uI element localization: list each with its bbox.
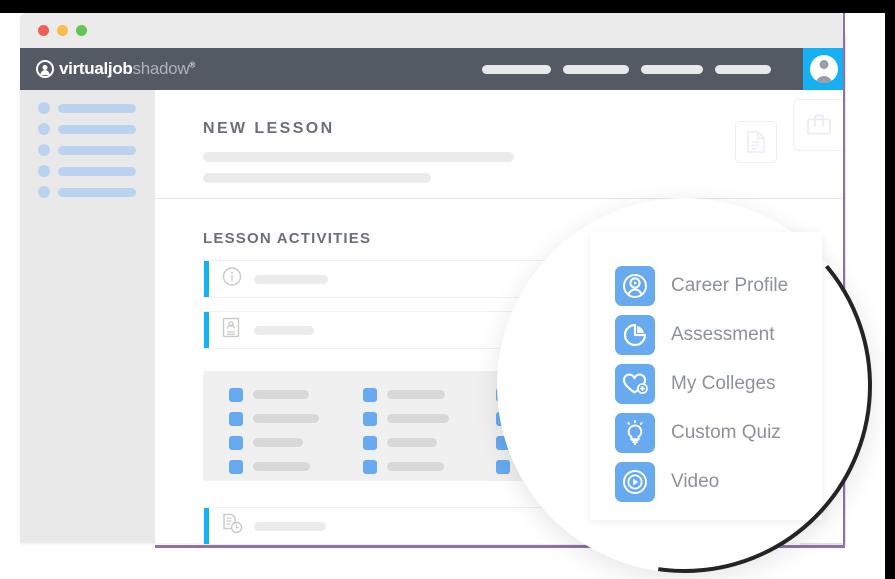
- page-title: NEW LESSON: [203, 120, 335, 137]
- grid-item-label: [387, 390, 445, 399]
- sidebar-item-3[interactable]: [38, 144, 136, 156]
- activity-accent-bar: [204, 508, 209, 544]
- nav-placeholder-4[interactable]: [715, 64, 771, 74]
- sidebar-item-4[interactable]: [38, 165, 136, 177]
- checkbox[interactable]: [229, 411, 243, 426]
- sidebar-item-label: [58, 166, 136, 176]
- browser-titlebar: [20, 13, 845, 48]
- logo-text: virtualjobshadow®: [59, 59, 195, 79]
- document-action[interactable]: [735, 121, 777, 163]
- nav-placeholder-3[interactable]: [641, 64, 703, 74]
- grid-column: [229, 387, 319, 483]
- user-avatar-icon: [810, 55, 838, 83]
- page-canvas: virtualjobshadow® NEW LESSON LESSON ACTI…: [0, 0, 895, 579]
- checkbox[interactable]: [229, 387, 243, 402]
- lightbulb-icon: [615, 412, 655, 453]
- checkbox[interactable]: [363, 411, 377, 426]
- window-controls: [38, 25, 87, 36]
- menu-item-custom-quiz[interactable]: Custom Quiz: [615, 408, 830, 457]
- grid-item[interactable]: [363, 387, 449, 402]
- pie-chart-icon: [615, 314, 655, 355]
- activity-accent-bar: [204, 312, 209, 348]
- grid-item-label: [253, 390, 309, 399]
- grid-item-label: [253, 438, 303, 447]
- lesson-description-line-1: [203, 152, 514, 162]
- checkbox[interactable]: [229, 435, 243, 450]
- nav-items: [482, 48, 771, 90]
- sidebar-item-label: [58, 145, 136, 155]
- briefcase-icon: [807, 114, 831, 135]
- menu-item-career-profile[interactable]: Career Profile: [615, 261, 830, 310]
- grid-item[interactable]: [229, 459, 319, 474]
- lesson-header: NEW LESSON: [155, 90, 845, 199]
- menu-item-assessment[interactable]: Assessment: [615, 310, 830, 359]
- brand-logo[interactable]: virtualjobshadow®: [36, 48, 195, 90]
- sidebar-item-1[interactable]: [38, 102, 136, 114]
- grid-item[interactable]: [229, 411, 319, 426]
- grid-item-label: [253, 414, 319, 423]
- user-avatar-button[interactable]: [803, 48, 845, 90]
- section-title: LESSON ACTIVITIES: [203, 230, 372, 247]
- sidebar-bullet-icon: [38, 186, 50, 198]
- career-profile-icon: [615, 265, 655, 306]
- magnified-menu-list: Career Profile Assessment My Colleges Cu…: [615, 261, 830, 506]
- grid-item[interactable]: [363, 435, 449, 450]
- activity-label: [254, 325, 314, 335]
- sidebar-item-label: [58, 124, 136, 134]
- activity-accent-bar: [204, 261, 209, 297]
- menu-item-video[interactable]: Video: [615, 457, 830, 506]
- sidebar-item-label: [58, 103, 136, 113]
- maximize-dot[interactable]: [76, 25, 87, 36]
- checkbox[interactable]: [229, 459, 243, 474]
- grid-item[interactable]: [229, 435, 319, 450]
- grid-column: [363, 387, 449, 483]
- menu-item-label: Assessment: [671, 323, 775, 345]
- nav-placeholder-2[interactable]: [563, 64, 629, 74]
- backdrop-edge-right: [885, 0, 895, 579]
- logo-text-light: shadow: [132, 59, 190, 78]
- heart-plus-icon: [615, 363, 655, 404]
- sidebar-bullet-icon: [38, 123, 50, 135]
- document-clock-icon: [222, 513, 243, 539]
- sidebar-item-2[interactable]: [38, 123, 136, 135]
- sidebar-bullet-icon: [38, 102, 50, 114]
- id-card-icon: [222, 317, 240, 343]
- person-circle-logo-icon: [36, 60, 54, 78]
- menu-item-label: Custom Quiz: [671, 421, 781, 443]
- backdrop-edge-top: [0, 0, 895, 13]
- sidebar-item-5[interactable]: [38, 186, 136, 198]
- sidebar-item-label: [58, 187, 136, 197]
- grid-item[interactable]: [363, 459, 449, 474]
- grid-item-label: [387, 462, 444, 471]
- logo-text-bold: virtualjob: [59, 59, 133, 78]
- checkbox[interactable]: [363, 435, 377, 450]
- menu-item-label: Video: [671, 470, 720, 492]
- info-circle-icon: [222, 267, 242, 292]
- grid-item[interactable]: [229, 387, 319, 402]
- app-navbar: virtualjobshadow®: [20, 48, 845, 90]
- sidebar-bullet-icon: [38, 165, 50, 177]
- sidebar-bullet-icon: [38, 144, 50, 156]
- grid-item-label: [253, 462, 310, 471]
- checkbox[interactable]: [363, 387, 377, 402]
- registered-mark: ®: [189, 60, 195, 70]
- menu-item-my-colleges[interactable]: My Colleges: [615, 359, 830, 408]
- close-dot[interactable]: [38, 25, 49, 36]
- play-circle-icon: [615, 461, 655, 502]
- document-icon: [747, 131, 765, 153]
- grid-item[interactable]: [363, 411, 449, 426]
- menu-item-label: My Colleges: [671, 372, 776, 394]
- checkbox[interactable]: [363, 459, 377, 474]
- lesson-description-line-2: [203, 173, 431, 183]
- sidebar: [20, 90, 155, 543]
- briefcase-action[interactable]: [793, 99, 845, 151]
- grid-item-label: [387, 414, 449, 423]
- grid-item-label: [387, 438, 437, 447]
- activity-label: [254, 274, 328, 284]
- checkbox[interactable]: [496, 459, 510, 474]
- menu-item-label: Career Profile: [671, 274, 789, 296]
- minimize-dot[interactable]: [57, 25, 68, 36]
- nav-placeholder-1[interactable]: [482, 64, 551, 74]
- activity-label: [254, 521, 326, 531]
